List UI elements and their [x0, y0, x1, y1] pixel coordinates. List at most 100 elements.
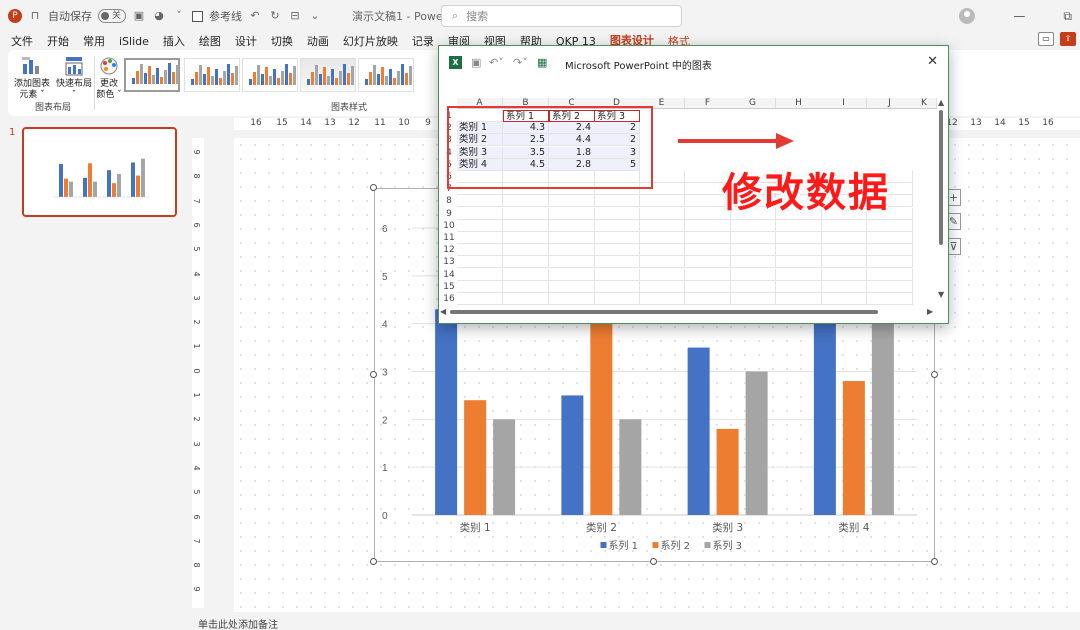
empty-cell[interactable]	[594, 268, 640, 281]
row-header[interactable]: 10	[441, 220, 457, 232]
close-icon[interactable]: ✕	[927, 54, 938, 69]
empty-cell[interactable]	[503, 256, 549, 269]
empty-cell[interactable]	[503, 195, 549, 208]
empty-cell[interactable]	[730, 219, 776, 232]
empty-cell[interactable]	[639, 280, 685, 293]
column-header[interactable]: H	[776, 98, 822, 109]
empty-cell[interactable]	[549, 207, 595, 220]
column-header[interactable]: K	[912, 98, 937, 109]
tab-slideshow[interactable]: 幻灯片放映	[343, 33, 398, 49]
empty-cell[interactable]	[457, 207, 503, 220]
tab-animations[interactable]: 动画	[307, 33, 329, 49]
empty-cell[interactable]	[776, 280, 822, 293]
restore-icon[interactable]: ⧉	[1063, 9, 1072, 24]
autosave-toggle[interactable]: 关	[98, 9, 126, 23]
tab-islide[interactable]: iSlide	[119, 35, 149, 48]
empty-cell[interactable]	[594, 207, 640, 220]
vertical-scroll-thumb[interactable]	[939, 110, 943, 245]
column-header[interactable]: I	[821, 98, 867, 109]
empty-cell[interactable]	[685, 293, 731, 305]
customize-icon[interactable]: ⊟	[288, 9, 302, 23]
search-input[interactable]: ⌕ 搜索	[441, 5, 682, 27]
empty-cell[interactable]	[639, 268, 685, 281]
empty-cell[interactable]	[867, 219, 913, 232]
undo-icon[interactable]: ↶	[248, 9, 262, 23]
empty-cell[interactable]	[503, 207, 549, 220]
chart-style-5[interactable]	[358, 58, 414, 92]
empty-cell[interactable]	[549, 195, 595, 208]
empty-cell[interactable]	[594, 256, 640, 269]
save-icon[interactable]: ▣	[132, 9, 146, 23]
redo-icon[interactable]: ↻	[268, 9, 282, 23]
empty-cell[interactable]	[867, 280, 913, 293]
resize-handle-s[interactable]	[650, 558, 657, 565]
change-colors-button[interactable]: 更改 颜色 ˇ	[96, 56, 122, 101]
empty-cell[interactable]	[776, 293, 822, 305]
empty-cell[interactable]	[549, 256, 595, 269]
empty-cell[interactable]	[730, 280, 776, 293]
empty-cell[interactable]	[503, 232, 549, 244]
empty-cell[interactable]	[867, 293, 913, 305]
empty-cell[interactable]	[457, 232, 503, 244]
horizontal-scroll-thumb[interactable]	[450, 310, 878, 314]
empty-cell[interactable]	[730, 256, 776, 269]
empty-cell[interactable]	[594, 232, 640, 244]
empty-cell[interactable]	[730, 268, 776, 281]
empty-cell[interactable]	[685, 256, 731, 269]
share-icon[interactable]: ⇪	[1060, 32, 1076, 46]
chart-style-4[interactable]	[300, 58, 356, 92]
empty-cell[interactable]	[594, 280, 640, 293]
empty-cell[interactable]	[594, 293, 640, 305]
chart-style-1[interactable]	[124, 58, 180, 92]
empty-cell[interactable]	[685, 219, 731, 232]
empty-cell[interactable]	[821, 244, 867, 257]
empty-cell[interactable]	[639, 244, 685, 257]
empty-cell[interactable]	[821, 219, 867, 232]
tab-common[interactable]: 常用	[83, 33, 105, 49]
resize-handle-nw[interactable]	[370, 184, 377, 191]
empty-cell[interactable]	[549, 244, 595, 257]
empty-cell[interactable]	[639, 293, 685, 305]
scroll-left-icon[interactable]: ◀	[440, 307, 446, 316]
scroll-right-icon[interactable]: ▶	[927, 307, 933, 316]
more-chevron-icon[interactable]: ˅	[172, 9, 186, 23]
dropdown-icon[interactable]: ⌄	[308, 9, 322, 23]
empty-cell[interactable]	[503, 244, 549, 257]
row-header[interactable]: 9	[441, 208, 457, 220]
resize-handle-se[interactable]	[931, 558, 938, 565]
empty-cell[interactable]	[685, 268, 731, 281]
empty-cell[interactable]	[457, 293, 503, 305]
empty-cell[interactable]	[503, 268, 549, 281]
empty-cell[interactable]	[685, 232, 731, 244]
tab-transitions[interactable]: 切换	[271, 33, 293, 49]
row-header[interactable]: 11	[441, 232, 457, 244]
empty-cell[interactable]	[776, 219, 822, 232]
row-header[interactable]: 8	[441, 195, 457, 207]
empty-cell[interactable]	[776, 256, 822, 269]
empty-cell[interactable]	[821, 293, 867, 305]
tab-design[interactable]: 设计	[235, 33, 257, 49]
empty-cell[interactable]	[503, 293, 549, 305]
empty-cell[interactable]	[821, 232, 867, 244]
empty-cell[interactable]	[776, 268, 822, 281]
empty-cell[interactable]	[685, 244, 731, 257]
resize-handle-e[interactable]	[931, 371, 938, 378]
empty-cell[interactable]	[730, 244, 776, 257]
column-header[interactable]: J	[867, 98, 913, 109]
empty-cell[interactable]	[821, 280, 867, 293]
row-header[interactable]: 16	[441, 293, 457, 305]
edit-in-excel-icon[interactable]: ▦	[537, 56, 547, 69]
empty-cell[interactable]	[730, 293, 776, 305]
comments-icon[interactable]: ▭	[1038, 32, 1054, 46]
resize-handle-w[interactable]	[370, 371, 377, 378]
account-avatar-icon[interactable]	[959, 8, 976, 24]
empty-cell[interactable]	[867, 232, 913, 244]
empty-cell[interactable]	[503, 280, 549, 293]
empty-cell[interactable]	[457, 195, 503, 208]
slide-thumbnail[interactable]	[22, 127, 177, 217]
notes-pane[interactable]: 单击此处添加备注	[190, 618, 1080, 630]
empty-cell[interactable]	[867, 268, 913, 281]
empty-cell[interactable]	[549, 219, 595, 232]
empty-cell[interactable]	[639, 256, 685, 269]
column-header[interactable]: F	[685, 98, 731, 109]
